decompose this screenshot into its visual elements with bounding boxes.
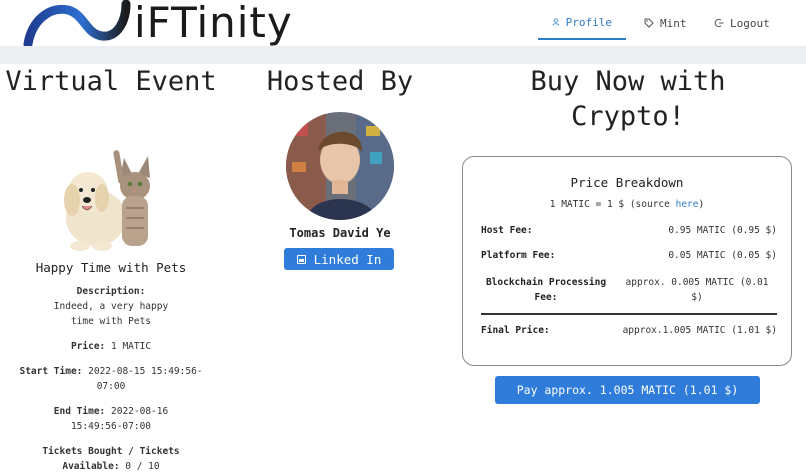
final-price-label: Final Price:	[481, 325, 550, 336]
final-price-row: Final Price: approx.1.005 MATIC (1.01 $)	[481, 325, 777, 336]
buy-section-title: Buy Now with Crypto!	[530, 66, 726, 132]
nav-mint[interactable]: Mint	[630, 0, 701, 46]
event-end-time: End Time: 2022-08-16 15:49:56-07:00	[0, 404, 222, 434]
host-section-title: Hosted By	[266, 66, 414, 97]
exchange-rate: 1 MATIC = 1 $ (source here)	[463, 199, 791, 210]
logout-icon	[714, 18, 724, 28]
event-name: Happy Time with Pets	[35, 260, 187, 275]
user-icon	[552, 18, 560, 26]
event-tickets: Tickets Bought / Tickets Available: 0 / …	[0, 444, 222, 474]
tag-icon	[644, 18, 654, 28]
rate-text: 1 MATIC = 1 $ (source	[549, 199, 676, 210]
nav-mint-label: Mint	[660, 16, 687, 30]
rate-close: )	[698, 199, 705, 210]
tickets-value: 0 / 10	[125, 461, 160, 472]
infinity-logo-icon	[23, 0, 131, 46]
description-text: Indeed, a very happy time with Pets	[53, 301, 169, 327]
platform-fee-row: Platform Fee: 0.05 MATIC (0.05 $)	[481, 250, 777, 261]
price-divider	[481, 313, 777, 315]
final-price-value: approx.1.005 MATIC (1.01 $)	[622, 325, 777, 336]
price-breakdown-card: Price Breakdown 1 MATIC = 1 $ (source he…	[462, 156, 792, 366]
event-description: Description: Indeed, a very happy time w…	[0, 284, 222, 329]
host-fee-label: Host Fee:	[481, 225, 533, 236]
event-start-time: Start Time: 2022-08-15 15:49:56-07:00	[0, 364, 222, 394]
rate-source-link[interactable]: here	[676, 199, 699, 210]
end-label: End Time:	[53, 406, 106, 417]
nav-logout-label: Logout	[730, 16, 770, 30]
header-band	[0, 46, 806, 64]
blockchain-fee-row: Blockchain Processing Fee: approx. 0.005…	[481, 275, 777, 305]
blockchain-fee-value: approx. 0.005 MATIC (0.01 $)	[625, 277, 769, 303]
host-avatar	[286, 112, 394, 220]
platform-fee-label: Platform Fee:	[481, 250, 556, 261]
start-value: 2022-08-15 15:49:56-07:00	[88, 366, 203, 392]
start-label: Start Time:	[19, 366, 83, 377]
event-price: Price: 1 MATIC	[0, 339, 222, 354]
nav-profile[interactable]: Profile	[538, 0, 626, 46]
price-label: Price:	[70, 341, 106, 352]
host-fee-row: Host Fee: 0.95 MATIC (0.95 $)	[481, 225, 777, 236]
brand-name: iFTinity	[134, 0, 293, 47]
price-breakdown-title: Price Breakdown	[570, 175, 684, 190]
top-navbar: iFTinity Profile Mint Logout	[0, 0, 806, 47]
linkedin-label: Linked In	[313, 251, 382, 267]
linkedin-icon	[296, 254, 306, 264]
blockchain-fee-label: Blockchain Processing Fee:	[485, 277, 607, 303]
linkedin-button[interactable]: Linked In	[284, 248, 394, 270]
event-image	[64, 150, 150, 251]
description-label: Description:	[76, 286, 146, 297]
host-name: Tomas David Ye	[289, 226, 391, 240]
nav-profile-label: Profile	[565, 15, 612, 29]
brand-logo[interactable]: iFTinity	[22, 0, 293, 47]
pay-button[interactable]: Pay approx. 1.005 MATIC (1.01 $)	[495, 376, 760, 404]
price-value: 1 MATIC	[111, 341, 152, 352]
nav-logout[interactable]: Logout	[700, 0, 784, 46]
event-section-title: Virtual Event	[5, 66, 217, 97]
platform-fee-value: 0.05 MATIC (0.05 $)	[668, 250, 777, 261]
host-fee-value: 0.95 MATIC (0.95 $)	[668, 225, 777, 236]
